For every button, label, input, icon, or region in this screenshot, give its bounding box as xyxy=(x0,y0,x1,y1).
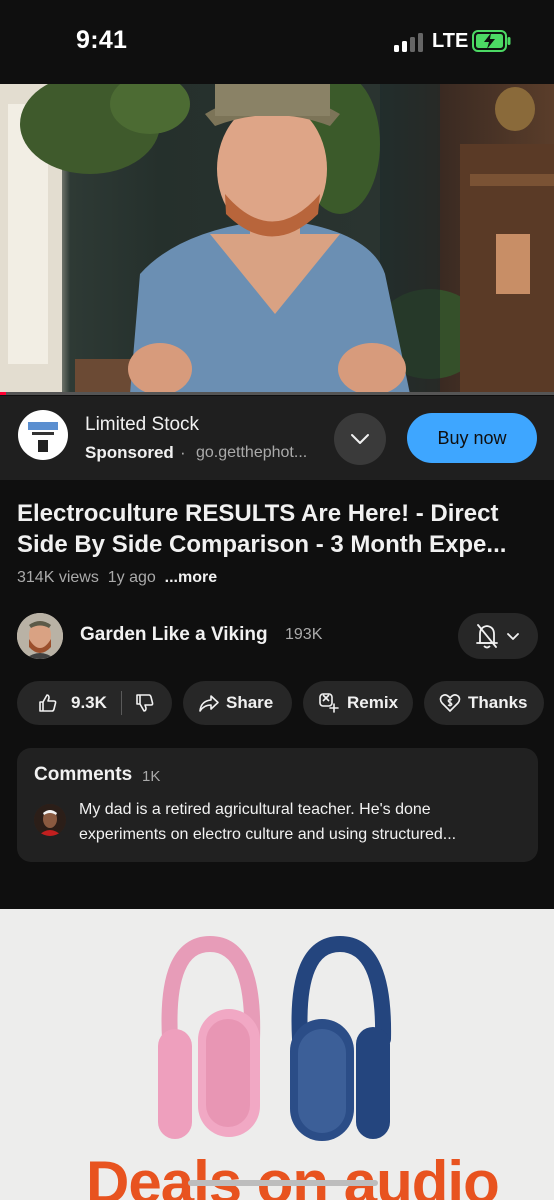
like-divider xyxy=(120,691,122,715)
ad-url[interactable]: go.getthephot... xyxy=(196,444,307,462)
thanks-label: Thanks xyxy=(468,693,528,712)
network-label: LTE xyxy=(432,30,469,52)
video-frame-image xyxy=(0,84,554,394)
more-link[interactable]: ...more xyxy=(165,569,217,586)
notification-settings-button[interactable] xyxy=(458,613,538,659)
remix-button[interactable]: Remix xyxy=(303,681,413,725)
status-bar: 9:41 LTE xyxy=(0,0,554,84)
advertiser-logo xyxy=(18,410,68,460)
channel-avatar[interactable] xyxy=(17,613,63,659)
comments-count: 1K xyxy=(142,768,161,785)
video-title[interactable]: Electroculture RESULTS Are Here! - Direc… xyxy=(17,498,542,560)
banner-headline[interactable]: Deals on audio xyxy=(86,1148,500,1200)
video-progress-bar[interactable] xyxy=(0,392,554,395)
top-comment-text: My dad is a retired agricultural teacher… xyxy=(79,801,457,843)
battery-charging-icon xyxy=(472,30,511,52)
view-count: 314K views xyxy=(17,569,99,586)
commenter-avatar xyxy=(34,804,66,836)
chevron-down-icon xyxy=(507,633,519,640)
ad-title: Limited Stock xyxy=(85,414,200,435)
ad-expand-button[interactable] xyxy=(334,413,386,465)
home-indicator[interactable] xyxy=(188,1180,378,1186)
remix-label: Remix xyxy=(347,693,399,712)
video-player[interactable] xyxy=(0,84,554,394)
sponsored-label: Sponsored xyxy=(85,443,174,462)
share-label: Share xyxy=(226,693,274,712)
share-button[interactable]: Share xyxy=(183,681,292,725)
remix-icon xyxy=(319,693,339,713)
thumbs-down-icon[interactable] xyxy=(134,692,156,714)
chevron-down-icon xyxy=(351,434,369,444)
bell-off-icon xyxy=(476,624,498,649)
like-count[interactable]: 9.3K xyxy=(71,693,107,713)
status-time: 9:41 xyxy=(76,26,128,54)
video-meta[interactable]: 314K views 1y ago ...more xyxy=(17,569,217,587)
ad-separator: · xyxy=(180,443,186,462)
upload-age: 1y ago xyxy=(107,569,156,586)
share-icon xyxy=(199,695,219,712)
thumbs-up-icon[interactable] xyxy=(37,692,59,714)
subscriber-count: 193K xyxy=(285,626,323,643)
comments-title: Comments xyxy=(34,764,133,785)
channel-name[interactable]: Garden Like a Viking xyxy=(80,624,268,646)
thanks-heart-dollar-icon xyxy=(439,694,461,712)
signal-icon xyxy=(394,32,424,52)
buy-now-button[interactable]: Buy now xyxy=(407,413,537,463)
video-progress-fill xyxy=(0,392,6,395)
comments-panel[interactable]: Comments 1K My dad is a retired agricult… xyxy=(17,748,538,862)
thanks-button[interactable]: Thanks xyxy=(424,681,544,725)
like-dislike-group: 9.3K xyxy=(17,681,172,725)
